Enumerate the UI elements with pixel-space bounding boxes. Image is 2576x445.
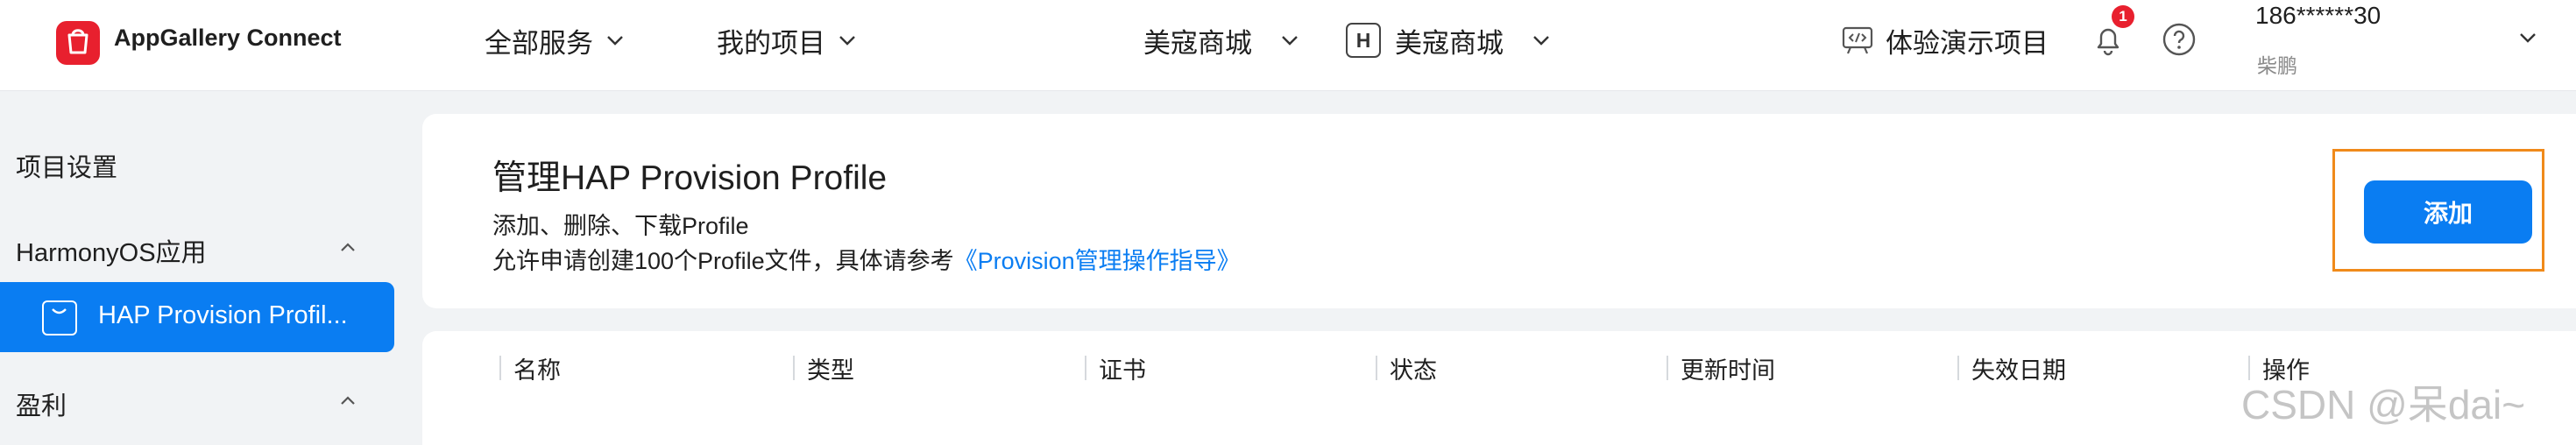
- page-description: 允许申请创建100个Profile文件，具体请参考《Provision管理操作指…: [492, 242, 1241, 276]
- chevron-up-icon[interactable]: [336, 237, 359, 259]
- table-header-name[interactable]: 名称: [499, 350, 561, 385]
- sidebar-item-hap-provision-profile[interactable]: HAP Provision Profil...: [0, 282, 394, 352]
- help-icon[interactable]: [2161, 21, 2197, 58]
- user-account-id[interactable]: 186******30: [2255, 2, 2381, 30]
- column-label: 名称: [513, 357, 561, 384]
- nav-my-projects-label: 我的项目: [717, 27, 825, 59]
- sidebar-group-harmonyos[interactable]: HarmonyOS应用: [16, 232, 207, 269]
- appgallery-logo-icon[interactable]: [56, 21, 100, 65]
- table-header-certificate[interactable]: 证书: [1085, 350, 1146, 385]
- demo-screen-icon: [1842, 26, 1873, 54]
- demo-project-link[interactable]: 体验演示项目: [1840, 19, 2049, 61]
- profile-document-icon: [42, 300, 77, 336]
- add-profile-button[interactable]: 添加: [2364, 180, 2532, 244]
- provision-guide-link[interactable]: 《Provision管理操作指导》: [954, 248, 1241, 274]
- chevron-down-icon: [607, 36, 623, 46]
- table-header-expiry-date[interactable]: 失效日期: [1957, 350, 2066, 385]
- column-label: 证书: [1099, 357, 1146, 384]
- quota-description: 允许申请创建100个Profile文件，具体请参考: [492, 248, 954, 274]
- app-selector[interactable]: H 美寇商城: [1346, 19, 1553, 61]
- chevron-up-icon[interactable]: [336, 390, 359, 413]
- page-subtitle: 添加、删除、下载Profile: [492, 213, 749, 239]
- column-label: 更新时间: [1681, 357, 1775, 384]
- page-title: 管理HAP Provision Profile: [492, 159, 888, 197]
- sidebar-item-label: HAP Provision Profil...: [98, 301, 348, 329]
- user-display-name: 柴鹏: [2257, 54, 2297, 77]
- brand-name[interactable]: AppGallery Connect: [114, 25, 342, 52]
- demo-project-label: 体验演示项目: [1886, 27, 2049, 59]
- chevron-down-icon: [1282, 36, 1298, 46]
- table-header-status[interactable]: 状态: [1376, 350, 1437, 385]
- project-selector[interactable]: 美寇商城: [1143, 19, 1301, 61]
- chevron-down-icon[interactable]: [2516, 26, 2539, 49]
- column-label: 类型: [807, 357, 854, 384]
- harmony-app-icon: H: [1346, 23, 1381, 58]
- chevron-down-icon: [839, 36, 855, 46]
- nav-my-projects[interactable]: 我的项目: [717, 19, 859, 61]
- column-label: 状态: [1390, 357, 1437, 384]
- sidebar-project-settings[interactable]: 项目设置: [16, 147, 117, 184]
- nav-all-services-label: 全部服务: [485, 27, 593, 59]
- sidebar-group-monetization[interactable]: 盈利: [16, 385, 67, 422]
- column-label: 失效日期: [1971, 357, 2066, 384]
- project-selector-label: 美寇商城: [1143, 27, 1252, 59]
- app-selector-label: 美寇商城: [1395, 27, 1504, 59]
- table-header-type[interactable]: 类型: [793, 350, 854, 385]
- csdn-watermark: CSDN @呆dai~: [2241, 382, 2526, 427]
- table-header-updated-time[interactable]: 更新时间: [1667, 350, 1775, 385]
- notification-count-badge: 1: [2112, 5, 2134, 28]
- nav-all-services[interactable]: 全部服务: [485, 19, 626, 61]
- chevron-down-icon: [1533, 36, 1549, 46]
